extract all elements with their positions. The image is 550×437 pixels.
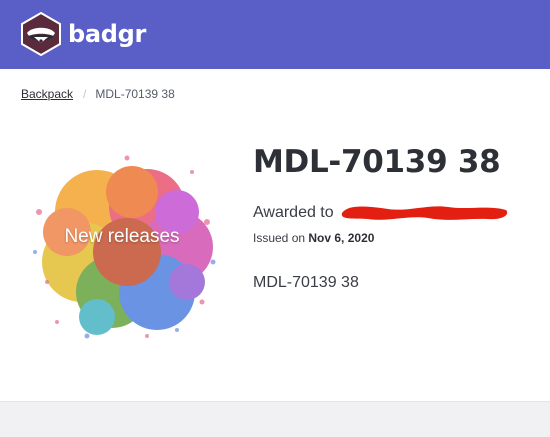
breadcrumb-current: MDL-70139 38 xyxy=(95,87,175,101)
top-header: badgr xyxy=(0,0,550,69)
redacted-recipient-name xyxy=(338,204,510,222)
awarded-to-line: Awarded to xyxy=(253,204,510,222)
badge-description: MDL-70139 38 xyxy=(253,274,359,291)
badgr-logo[interactable]: badgr xyxy=(20,12,146,56)
page-footer xyxy=(0,401,550,437)
issued-on-line: Issued on Nov 6, 2020 xyxy=(253,231,374,245)
breadcrumb-backpack-link[interactable]: Backpack xyxy=(21,87,73,101)
badge-title: MDL-70139 38 xyxy=(253,144,501,180)
breadcrumb: Backpack / MDL-70139 38 xyxy=(21,87,175,101)
breadcrumb-separator: / xyxy=(83,87,87,101)
badge-image-caption: New releases xyxy=(64,226,180,247)
issued-date: Nov 6, 2020 xyxy=(308,231,375,245)
awarded-to-label: Awarded to xyxy=(253,204,334,221)
brand-name: badgr xyxy=(68,20,147,48)
badger-shield-icon xyxy=(21,12,61,56)
badge-image: New releases xyxy=(27,152,217,342)
issued-on-label: Issued on xyxy=(253,231,309,245)
